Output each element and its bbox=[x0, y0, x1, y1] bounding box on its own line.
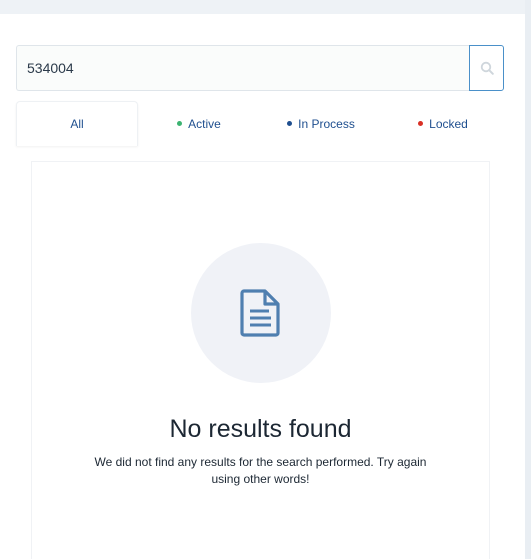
results-container: No results found We did not find any res… bbox=[31, 161, 490, 559]
empty-state-illustration bbox=[191, 243, 331, 383]
locked-status-dot bbox=[418, 121, 424, 126]
empty-state-message: We did not find any results for the sear… bbox=[94, 455, 427, 486]
search-icon bbox=[480, 61, 494, 75]
tab-active[interactable]: Active bbox=[138, 101, 260, 146]
active-status-dot bbox=[177, 121, 183, 126]
in-process-status-dot bbox=[287, 121, 293, 126]
status-tabs: All Active In Process Locked bbox=[16, 101, 504, 146]
right-scroll-rail bbox=[525, 0, 531, 559]
search-input[interactable] bbox=[16, 45, 470, 91]
search-button[interactable] bbox=[469, 45, 504, 91]
tab-active-label: Active bbox=[188, 116, 221, 131]
tab-in-process[interactable]: In Process bbox=[260, 101, 382, 146]
tab-all-label: All bbox=[70, 117, 84, 131]
empty-state-title: No results found bbox=[169, 415, 352, 443]
tab-in-process-label: In Process bbox=[298, 116, 355, 131]
tab-locked-label: Locked bbox=[429, 116, 468, 131]
tab-all[interactable]: All bbox=[16, 101, 138, 146]
tab-locked[interactable]: Locked bbox=[382, 101, 504, 146]
document-icon bbox=[240, 289, 280, 337]
search-bar bbox=[16, 45, 504, 91]
